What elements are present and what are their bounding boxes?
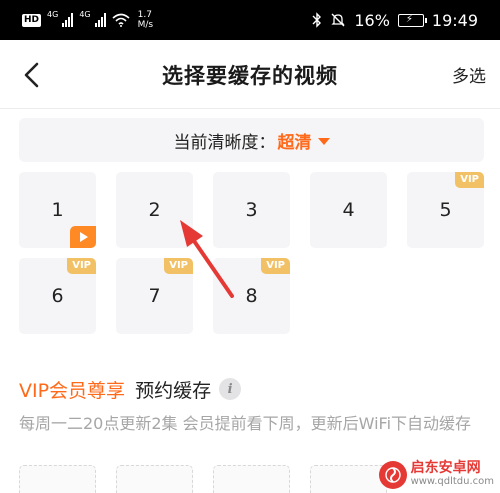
signal-icon [62, 13, 74, 27]
episode-number: 7 [148, 285, 161, 307]
network-speed-value: 1.7 [137, 10, 152, 20]
mute-bell-icon [331, 13, 345, 27]
site-watermark: 启东安卓网 www.qdltdu.com [378, 461, 494, 489]
episode-number: 1 [51, 199, 64, 221]
watermark-name: 启东安卓网 [410, 460, 481, 476]
vip-exclusive-label: VIP会员尊享 [19, 379, 126, 402]
episode-tile[interactable]: 6 VIP [19, 258, 96, 334]
watermark-text: 启东安卓网 www.qdltdu.com [411, 461, 494, 489]
hd-voice-badge: HD [22, 13, 42, 27]
episode-tile[interactable]: 1 [19, 172, 96, 248]
episode-number: 8 [245, 285, 258, 307]
episode-tile[interactable]: 8 VIP [213, 258, 290, 334]
reserve-episode-slot[interactable] [213, 465, 290, 493]
network-speed-unit: M/s [137, 20, 154, 30]
episode-number: 5 [439, 199, 452, 221]
network-speed: 1.7 M/s [138, 10, 154, 30]
reserve-episode-slot[interactable] [310, 465, 387, 493]
watermark-url: www.qdltdu.com [410, 476, 494, 487]
sim1-network-label: 4G [47, 9, 59, 19]
sim2-network-label: 4G [79, 9, 91, 19]
wifi-icon [112, 13, 130, 27]
vip-badge: VIP [261, 258, 290, 274]
header-divider [0, 108, 500, 109]
caret-down-icon [317, 137, 330, 145]
bluetooth-icon [312, 12, 322, 28]
reserve-episode-slot[interactable] [19, 465, 96, 493]
status-bar-right: 16% ⚡ 19:49 [312, 6, 478, 34]
status-time: 19:49 [431, 10, 478, 30]
signal-icon [94, 13, 106, 27]
episode-tile[interactable]: 7 VIP [116, 258, 193, 334]
episode-number: 4 [342, 199, 355, 221]
vip-badge: VIP [164, 258, 193, 274]
episode-number: 2 [148, 199, 161, 221]
watermark-logo-icon [378, 461, 407, 489]
episode-tile[interactable]: 5 VIP [407, 172, 484, 248]
episode-number: 6 [51, 285, 64, 307]
vip-reserve-description: 每周一二20点更新2集 会员提前看下周，更新后WiFi下自动缓存 [19, 414, 472, 433]
quality-selector[interactable]: 当前清晰度： 超清 [19, 118, 484, 162]
battery-percent: 16% [354, 10, 390, 30]
reserve-cache-label: 预约缓存 [135, 379, 212, 402]
quality-label: 当前清晰度： [173, 132, 276, 153]
reserve-episode-slot[interactable] [116, 465, 193, 493]
vip-badge: VIP [455, 172, 484, 188]
vip-badge: VIP [67, 258, 96, 274]
vip-reserve-section-title: VIP会员尊享 预约缓存 i [19, 376, 242, 402]
episode-number: 3 [245, 199, 258, 221]
episode-tile[interactable]: 2 [116, 172, 193, 248]
status-bar-left: HD 4G 4G 1.7 M/s [22, 6, 153, 34]
quality-value: 超清 [277, 132, 312, 153]
playing-icon [70, 226, 96, 248]
top-navigation: 选择要缓存的视频 多选 [0, 40, 500, 110]
episode-tile[interactable]: 4 [310, 172, 387, 248]
episode-tile[interactable]: 3 [213, 172, 290, 248]
multi-select-button[interactable]: 多选 [452, 62, 486, 87]
page-title: 选择要缓存的视频 [162, 64, 338, 88]
info-icon[interactable]: i [219, 378, 242, 400]
battery-charging-icon: ⚡ [397, 13, 427, 27]
status-bar: HD 4G 4G 1.7 M/s 16% ⚡ 19:49 [0, 0, 500, 40]
